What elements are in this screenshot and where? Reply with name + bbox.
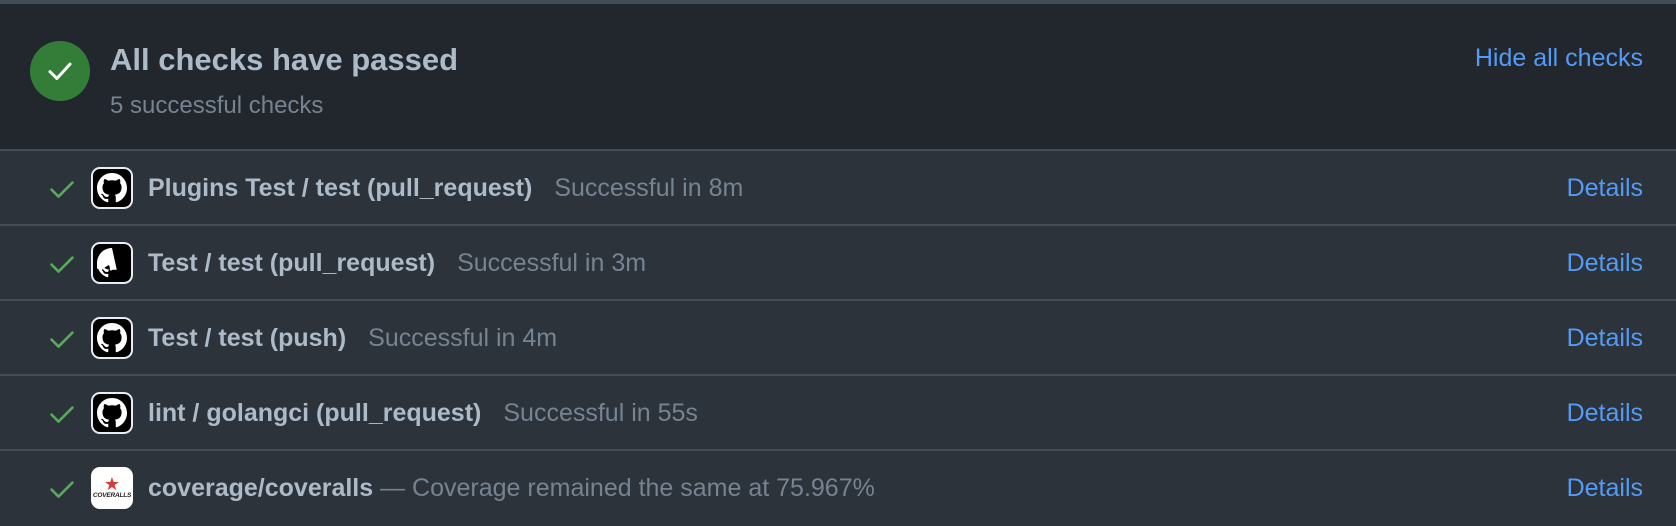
star-icon: ★ bbox=[103, 474, 121, 494]
details-link[interactable]: Details bbox=[1567, 173, 1643, 203]
check-row: ★ COVERALLS coverage/coveralls — Coverag… bbox=[0, 451, 1676, 526]
check-row: lint / golangci (pull_request) Successful… bbox=[0, 376, 1676, 451]
check-text: Test / test (pull_request) Successful in … bbox=[148, 248, 646, 278]
github-icon[interactable] bbox=[91, 242, 133, 284]
check-row: Test / test (pull_request) Successful in … bbox=[0, 226, 1676, 301]
summary-subtitle: 5 successful checks bbox=[110, 92, 324, 119]
check-name: coverage/coveralls bbox=[148, 474, 374, 502]
check-row: Test / test (push) Successful in 4m Detai… bbox=[0, 301, 1676, 376]
coveralls-logo-icon[interactable]: ★ COVERALLS bbox=[91, 467, 133, 509]
check-name: Test / test (pull_request) bbox=[148, 249, 436, 277]
check-name: Test / test (push) bbox=[148, 324, 347, 352]
details-link[interactable]: Details bbox=[1567, 398, 1643, 428]
check-text: lint / golangci (pull_request) Successful… bbox=[148, 398, 698, 428]
details-link[interactable]: Details bbox=[1567, 248, 1643, 278]
check-row: Plugins Test / test (pull_request) Succes… bbox=[0, 151, 1676, 226]
check-name: lint / golangci (pull_request) bbox=[148, 399, 482, 427]
details-link[interactable]: Details bbox=[1567, 323, 1643, 353]
check-icon bbox=[50, 331, 74, 348]
check-status: Successful in 4m bbox=[368, 324, 558, 352]
checks-list: Plugins Test / test (pull_request) Succes… bbox=[0, 151, 1676, 526]
check-status: Successful in 55s bbox=[503, 399, 698, 427]
details-link[interactable]: Details bbox=[1567, 473, 1643, 503]
github-icon[interactable] bbox=[91, 167, 133, 209]
coveralls-logo-text: COVERALLS bbox=[92, 492, 132, 499]
check-status: Successful in 8m bbox=[554, 174, 744, 202]
check-text: Plugins Test / test (pull_request) Succes… bbox=[148, 173, 743, 203]
check-text: Test / test (push) Successful in 4m bbox=[148, 323, 557, 353]
check-text: coverage/coveralls — Coverage remained t… bbox=[148, 473, 875, 503]
github-icon[interactable] bbox=[91, 317, 133, 359]
github-icon[interactable] bbox=[91, 392, 133, 434]
check-icon bbox=[50, 481, 74, 498]
check-icon bbox=[50, 406, 74, 423]
checks-summary: All checks have passed 5 successful chec… bbox=[0, 4, 1676, 151]
summary-title: All checks have passed bbox=[110, 42, 459, 77]
hide-all-checks-link[interactable]: Hide all checks bbox=[1475, 44, 1643, 73]
check-status: Successful in 3m bbox=[457, 249, 647, 277]
check-icon bbox=[50, 181, 74, 198]
check-description: — Coverage remained the same at 75.967% bbox=[380, 474, 875, 502]
status-success-icon bbox=[30, 41, 90, 101]
check-icon bbox=[50, 256, 74, 273]
check-name: Plugins Test / test (pull_request) bbox=[148, 174, 533, 202]
